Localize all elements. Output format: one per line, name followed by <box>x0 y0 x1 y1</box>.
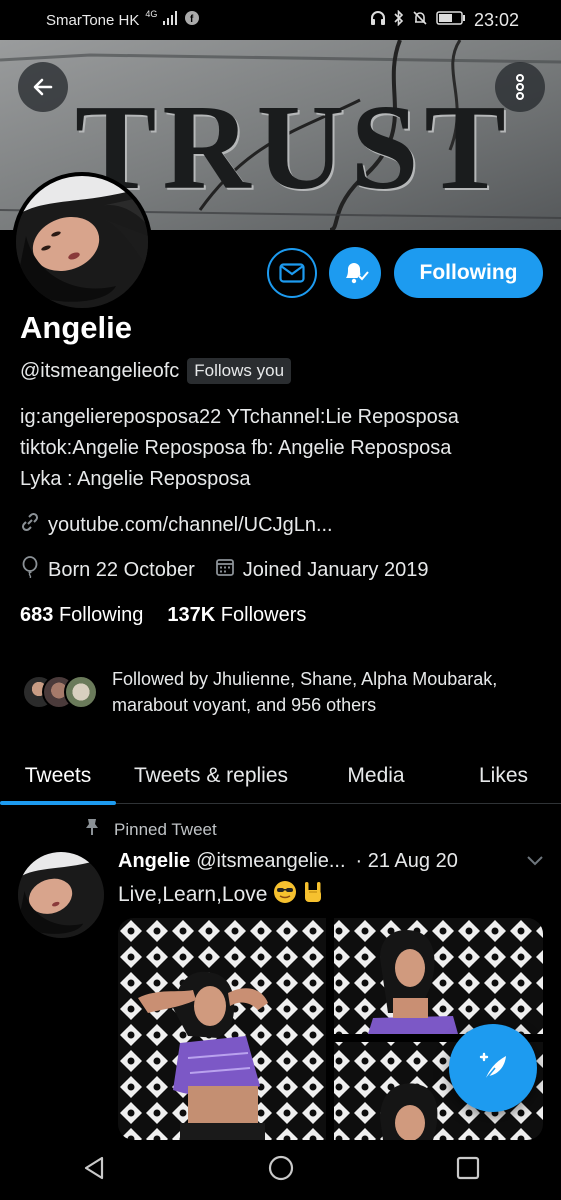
sunglasses-face-icon <box>273 880 297 910</box>
compose-feather-icon <box>479 1052 506 1081</box>
tweet-author-name[interactable]: Angelie <box>118 850 190 873</box>
following-count-link[interactable]: 683 Following <box>20 604 143 627</box>
followed-by-line: Followed by Jhulienne, Shane, Alpha Moub… <box>112 669 498 689</box>
tab-label: Tweets <box>24 764 92 787</box>
profile-name: Angelie <box>20 310 132 345</box>
pinned-indicator: Pinned Tweet <box>84 818 217 841</box>
tweet-author-avatar[interactable] <box>18 852 104 938</box>
clock: 23:02 <box>473 10 519 30</box>
message-button[interactable] <box>267 248 317 298</box>
signal-icon <box>163 11 179 29</box>
tweet-text: Live,Learn,Love <box>118 883 268 906</box>
profile-page: SmarTone HK 4G f 23:02 TRUST Following A… <box>0 0 561 1200</box>
tab-tweets-replies[interactable]: Tweets & replies <box>116 748 306 804</box>
tab-label: Likes <box>478 764 529 787</box>
followers-count: 137K <box>167 604 216 626</box>
chevron-down-icon[interactable] <box>526 850 544 873</box>
facebook-icon: f <box>185 11 200 29</box>
tab-label: Tweets & replies <box>133 764 289 787</box>
profile-avatar[interactable] <box>12 172 152 312</box>
mute-icon <box>412 10 428 31</box>
joined-text: Joined January 2019 <box>242 558 429 581</box>
more-options-button[interactable] <box>495 62 545 112</box>
avatar <box>64 675 98 709</box>
bio-line: ig:angeliereposposa22 YTchannel:Lie Repo… <box>20 406 459 428</box>
bluetooth-icon <box>394 9 404 31</box>
followers-label: Followers <box>220 604 307 626</box>
tweet-body: Live,Learn,Love <box>118 880 323 910</box>
battery-icon <box>436 11 466 30</box>
notifications-button[interactable] <box>329 247 381 299</box>
network-label: 4G <box>145 9 158 19</box>
following-button[interactable]: Following <box>394 248 543 298</box>
headphones-icon <box>370 10 386 31</box>
balloon-icon <box>20 556 40 584</box>
tweet-date: · 21 Aug 20 <box>355 850 458 872</box>
profile-bio: ig:angeliereposposa22 YTchannel:Lie Repo… <box>20 402 540 495</box>
follows-you-badge: Follows you <box>187 358 292 384</box>
system-nav-bar <box>0 1140 561 1200</box>
tweet-header: Angelie @itsmeangelie... · 21 Aug 20 <box>118 850 548 873</box>
back-button[interactable] <box>18 62 68 112</box>
status-bar: SmarTone HK 4G f 23:02 <box>0 0 561 40</box>
carrier-label: SmarTone HK <box>46 11 140 29</box>
bell-check-icon <box>346 263 369 284</box>
birthday-text: Born 22 October <box>48 558 195 581</box>
tab-media[interactable]: Media <box>306 748 446 804</box>
envelope-icon <box>279 263 305 283</box>
nav-home-icon[interactable] <box>267 1154 295 1187</box>
profile-link[interactable]: youtube.com/channel/UCJgLn... <box>48 514 333 537</box>
pin-icon <box>84 818 100 841</box>
tweet-author-handle[interactable]: @itsmeangelie... <box>196 850 345 873</box>
tweet-avatar-photo <box>18 852 104 938</box>
tab-tweets[interactable]: Tweets <box>0 748 116 805</box>
followers-count-link[interactable]: 137K Followers <box>167 604 306 627</box>
follow-counts: 683 Following 137K Followers <box>20 604 306 627</box>
profile-tabs: Tweets Tweets & replies Media Likes <box>0 748 561 805</box>
followed-by-avatars <box>22 671 102 713</box>
nav-back-icon[interactable] <box>80 1154 108 1187</box>
active-tab-indicator <box>0 801 116 805</box>
back-arrow-icon <box>33 78 53 96</box>
calendar-icon <box>215 557 235 583</box>
profile-handle: @itsmeangelieofc <box>20 359 180 382</box>
profile-photo <box>16 176 148 308</box>
bio-line: Lyka : Angelie Reposposa <box>20 468 251 490</box>
bio-line: tiktok:Angelie Reposposa fb: Angelie Rep… <box>20 437 452 459</box>
rock-hand-icon <box>303 880 323 910</box>
followed-by[interactable]: Followed by Jhulienne, Shane, Alpha Moub… <box>22 666 552 718</box>
following-label: Following <box>58 604 144 626</box>
followed-by-line: marabout voyant, and 956 others <box>112 695 377 715</box>
banner-text: TRUST <box>75 80 512 215</box>
more-vertical-icon <box>516 74 524 100</box>
tab-label: Media <box>347 764 405 787</box>
link-icon <box>20 512 40 538</box>
compose-tweet-button[interactable] <box>449 1024 537 1112</box>
tab-likes[interactable]: Likes <box>446 748 561 804</box>
nav-recents-icon[interactable] <box>455 1155 481 1186</box>
pinned-label: Pinned Tweet <box>114 819 217 839</box>
following-count: 683 <box>20 604 54 626</box>
